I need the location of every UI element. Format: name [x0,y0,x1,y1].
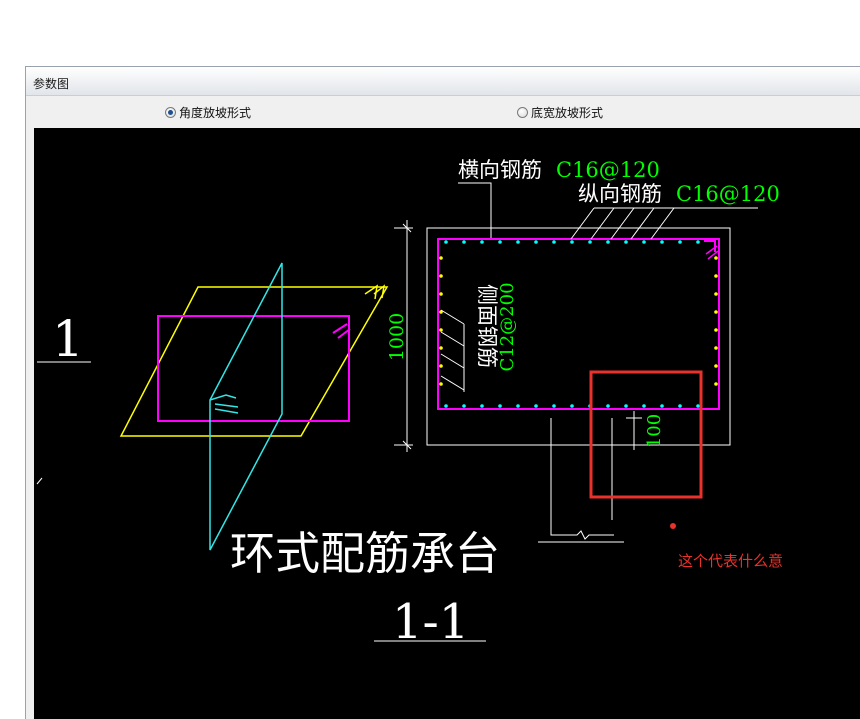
rebar-dot [570,240,574,244]
rebar-dot [678,240,682,244]
rebar-dot [516,240,520,244]
rebar-dot [498,240,502,244]
slope-plane [119,286,389,437]
rebar-dot [660,404,664,408]
cover-dim-text: 100 [644,414,665,448]
radio-bottom-width-slope-label: 底宽放坡形式 [531,106,604,120]
rebar-dot [624,404,628,408]
rebar-dot [678,404,682,408]
rebar-dot [642,404,646,408]
height-dim-text: 1000 [386,313,408,361]
rebar-dot [660,240,664,244]
rebar-dot [552,240,556,244]
drawing-canvas: 1 1000 100 横向钢筋 C16@120 纵向钢筋 C16@120 侧面钢… [34,128,860,719]
rebar-dot [588,240,592,244]
radio-bottom-width-slope[interactable]: 底宽放坡形式 [517,104,603,121]
radio-unchecked-icon[interactable] [517,107,528,118]
title-bar: 参数图 [26,67,860,96]
radio-checked-icon[interactable] [165,107,176,118]
rebar-dot [444,404,448,408]
section-plane [209,262,283,551]
rebar-dot [498,404,502,408]
section-1-1: 1000 100 横向钢筋 C16@120 纵向钢筋 C16@120 侧面钢筋 … [386,158,780,543]
rebar-dot [696,404,700,408]
main-title: 环式配筋承台 [230,527,500,580]
cad-drawing: 1 1000 100 横向钢筋 C16@120 纵向钢筋 C16@120 侧面钢… [36,158,783,650]
rebar-dot [439,364,443,368]
rebar-dot [439,274,443,278]
rebar-dot [439,292,443,296]
rebar-dot [714,274,718,278]
rebar-dot [552,404,556,408]
rebar-dot [444,240,448,244]
radio-angle-slope-label: 角度放坡形式 [179,106,252,120]
longitudinal-rebar-spec: C16@120 [676,182,780,206]
rebar-dot [714,346,718,350]
rebar-dot [439,256,443,260]
rebar-dot [570,404,574,408]
rebar-dot [462,240,466,244]
rebar-dot [439,346,443,350]
side-rebar-label: 侧面钢筋 [475,284,499,368]
horizontal-rebar-label: 横向钢筋 [458,158,542,182]
rebar-dot [642,240,646,244]
pile-outline [550,418,614,540]
annotation-text: 这个代表什么意 [678,552,783,570]
param-window: 参数图 角度放坡形式 底宽放坡形式 1 1000 100 横向钢筋 C16@12… [25,66,860,719]
rebar-dot [534,404,538,408]
rebar-dot [606,404,610,408]
isometric-pile-cap [119,262,389,551]
rebar-dot [714,382,718,386]
rebar-dot [624,240,628,244]
rebar-dot [714,364,718,368]
rebar-dot [516,404,520,408]
horizontal-rebar-spec: C16@120 [556,158,660,182]
longitudinal-rebar-label: 纵向钢筋 [578,182,662,206]
rebar-dot [696,240,700,244]
side-rebar-spec: C12@200 [497,282,518,371]
rebar-dot [714,256,718,260]
rebar-dot [480,240,484,244]
rebar-dot [606,240,610,244]
rebar-dot [480,404,484,408]
rebar-dot [462,404,466,408]
rebar-dot [439,382,443,386]
rebar-dot [714,328,718,332]
rebar-dot [714,292,718,296]
slope-mode-options: 角度放坡形式 底宽放坡形式 [34,96,860,127]
rebar-dot [534,240,538,244]
window-title: 参数图 [33,77,70,91]
radio-angle-slope[interactable]: 角度放坡形式 [165,104,251,121]
section-title: 1-1 [392,594,469,650]
cap-outline [426,227,731,446]
section-mark-left: 1 [36,310,91,485]
section-mark-number: 1 [52,310,84,368]
ring-rebar-3d [157,315,350,422]
rebar-dot [714,310,718,314]
annotation-dot [670,523,676,529]
rebar-dot [439,328,443,332]
